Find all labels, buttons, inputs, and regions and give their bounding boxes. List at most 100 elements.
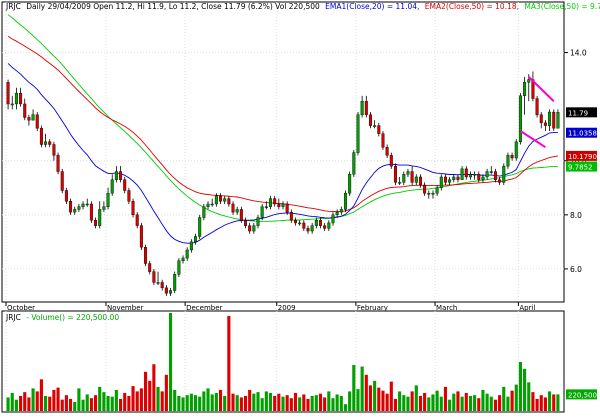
volume-bar [69, 398, 73, 411]
volume-bar [218, 389, 223, 411]
candle-body [448, 179, 452, 183]
volume-bar [543, 397, 547, 411]
volume-bar [85, 394, 89, 411]
volume-bar [252, 393, 256, 411]
value-badge: 10.1790 [566, 150, 597, 161]
candle-body [223, 198, 227, 202]
volume-bar [123, 392, 127, 411]
candle-body [535, 98, 539, 115]
candle-body [427, 192, 431, 195]
candle-body [235, 209, 239, 213]
candle-body [373, 125, 377, 127]
volume-bar [514, 384, 518, 411]
candle-body [244, 220, 248, 226]
volume-bar [306, 398, 310, 411]
volume-bar [535, 398, 539, 411]
volume-bar [148, 380, 152, 411]
price-tick-label: 8.0 [570, 211, 582, 220]
volume-bar [314, 395, 318, 411]
volume-bar [427, 397, 431, 411]
candle-body [189, 241, 193, 251]
candle-body [281, 203, 285, 207]
candle-body [119, 171, 123, 180]
volume-bar [256, 392, 260, 411]
candle-body [527, 79, 531, 83]
volume-bar [198, 396, 202, 411]
volume-bar [19, 395, 23, 411]
candle-body [539, 114, 543, 124]
volume-bar [23, 392, 27, 411]
candle-body [464, 168, 468, 178]
volume-badge-label: 220,500 [568, 391, 597, 399]
candle-body [19, 92, 23, 105]
candle-body [210, 203, 214, 206]
candle-body [418, 176, 422, 186]
volume-bar [448, 399, 452, 411]
volume-bar [389, 381, 393, 411]
candle-body [231, 203, 235, 213]
candle-body [44, 141, 48, 145]
candle-body [277, 203, 281, 207]
candle-body [239, 209, 243, 221]
volume-bar [431, 394, 435, 411]
candle-body [548, 111, 552, 126]
candle-body [285, 203, 289, 213]
candle-body [160, 282, 164, 289]
candle-body [443, 176, 447, 183]
candle-body [94, 220, 98, 226]
candle-body [523, 82, 527, 97]
volume-bar [418, 395, 423, 411]
candle-body [139, 225, 143, 248]
candle-body [14, 92, 18, 105]
candle-body [248, 225, 252, 232]
volume-bar [443, 386, 448, 411]
candle-body [227, 198, 231, 205]
volume-bar [298, 397, 302, 411]
volume-bar [14, 399, 18, 411]
candle-body [52, 144, 56, 156]
volume-bar [498, 395, 502, 411]
candle-body [468, 174, 472, 178]
volume-bar [264, 391, 268, 411]
candle-body [460, 168, 464, 180]
candle-body [273, 198, 277, 205]
volume-bar [177, 395, 181, 411]
candle-body [298, 222, 302, 225]
volume-bar [139, 388, 143, 411]
candle-body [481, 176, 485, 180]
volume-bar [210, 394, 214, 411]
volume-bar [531, 392, 535, 411]
volume-bar [185, 395, 189, 411]
volume-bar [323, 397, 327, 411]
volume-bar [406, 396, 410, 411]
volume-bar [435, 390, 439, 411]
candle-body [194, 236, 198, 243]
candle-body [260, 206, 264, 218]
candle-body [198, 217, 202, 237]
volume-bar [268, 392, 273, 411]
volume-bar [106, 395, 110, 411]
candle-body [327, 222, 331, 229]
candle-body [364, 101, 368, 115]
candle-body [89, 203, 93, 221]
volume-bar [548, 391, 552, 411]
candle-body [452, 176, 456, 180]
candle-body [169, 290, 173, 294]
candle-body [269, 198, 272, 207]
volume-bar [281, 396, 285, 411]
volume-bar [243, 395, 248, 411]
candle-body [510, 155, 514, 159]
volume-bar [552, 394, 556, 411]
volume-bar [364, 374, 368, 411]
volume-bar [356, 389, 360, 411]
volume-bar [131, 386, 135, 411]
candle-body [98, 209, 102, 226]
candle-body [335, 211, 339, 216]
value-badge: 11.0358 [566, 127, 597, 138]
volume-bar [260, 398, 264, 411]
candle-body [456, 176, 460, 180]
volume-bar [368, 385, 373, 411]
candle-body [348, 174, 352, 194]
volume-bar [489, 396, 493, 411]
candle-body [123, 179, 127, 191]
